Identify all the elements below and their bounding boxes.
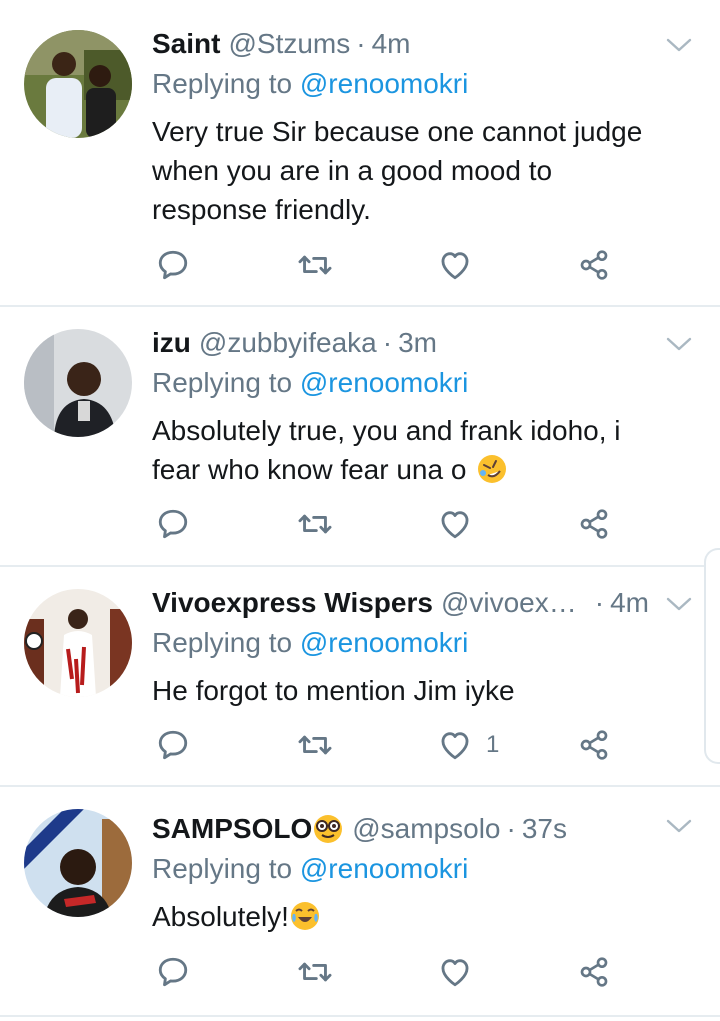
tweet-text-line: Absolutely! [152, 901, 289, 932]
nerd-face-emoji-icon [314, 815, 343, 843]
tweet-text-line: Absolutely true, you and frank idoho, i [152, 415, 621, 446]
rolling-laughing-emoji-icon [478, 455, 507, 483]
tweet-text: He forgot to mention Jim iyke [152, 671, 692, 710]
tweet-text-line: He forgot to mention Jim iyke [152, 675, 515, 706]
retweet-button[interactable] [298, 245, 332, 285]
replying-to: Replying to @renoomokri [152, 853, 468, 885]
heart-icon [438, 248, 472, 282]
avatar[interactable] [24, 329, 132, 437]
avatar[interactable] [24, 809, 132, 917]
timestamp[interactable]: 3m [398, 327, 437, 359]
timestamp[interactable]: 4m [372, 28, 411, 60]
chevron-down-icon[interactable] [666, 595, 692, 613]
tweet-text: Absolutely! [152, 897, 692, 936]
tweet-actions [152, 504, 632, 544]
reply-button[interactable] [156, 725, 190, 765]
reply-button[interactable] [156, 952, 190, 992]
tweet-actions [152, 952, 632, 992]
retweet-icon [298, 249, 332, 281]
tweet-text-line: when you are in a good mood to [152, 155, 553, 186]
retweet-button[interactable] [298, 952, 332, 992]
retweet-icon [298, 729, 332, 761]
display-name[interactable]: izu [152, 327, 191, 359]
like-count: 1 [486, 731, 500, 758]
tweet-text-line: Very true Sir because one cannot judge [152, 116, 643, 147]
tweet-text: Absolutely true, you and frank idoho, i … [152, 411, 692, 489]
share-button[interactable] [578, 245, 610, 285]
timestamp[interactable]: 4m [610, 587, 649, 619]
user-handle[interactable]: @sampsolo [352, 813, 500, 845]
reply-icon [156, 955, 190, 989]
share-button[interactable] [578, 952, 610, 992]
tweet-text-line-with-emoji: Absolutely! [152, 897, 692, 936]
share-icon [578, 508, 610, 540]
tweet-actions: 1 [152, 725, 632, 765]
user-handle[interactable]: @zubbyifeaka [199, 327, 377, 359]
scroll-handle[interactable] [704, 548, 720, 764]
replying-to: Replying to @renoomokri [152, 367, 468, 399]
tweet-text-line: response friendly. [152, 194, 371, 225]
user-handle[interactable]: @Stzums [228, 28, 350, 60]
replying-to-label: Replying to [152, 853, 293, 884]
mention-link[interactable]: @renoomokri [300, 68, 468, 99]
user-handle[interactable]: @vivoex… [441, 587, 577, 619]
heart-icon [438, 955, 472, 989]
like-button[interactable] [438, 504, 486, 544]
display-name[interactable]: Vivoexpress Wispers [152, 587, 433, 619]
reply-icon [156, 507, 190, 541]
retweet-icon [298, 956, 332, 988]
heart-icon [438, 728, 472, 762]
replying-to-label: Replying to [152, 68, 293, 99]
tweet-text-line: fear who know fear una o [152, 454, 467, 485]
tears-of-joy-emoji-icon [290, 902, 319, 930]
chevron-down-icon[interactable] [666, 36, 692, 54]
reply-icon [156, 248, 190, 282]
tweet-header: izu @zubbyifeaka · 3m [152, 323, 437, 363]
divider [0, 1015, 720, 1017]
timestamp[interactable]: 37s [522, 813, 567, 845]
tweet-card[interactable]: Saint @Stzums · 4m Replying to @renoomok… [0, 0, 720, 305]
tweet-card[interactable]: izu @zubbyifeaka · 3m Replying to @renoo… [0, 307, 720, 565]
tweet-card[interactable]: SAMPSOLO @sampsolo · 37s Replying to @re… [0, 787, 720, 1015]
tweet-header: Vivoexpress Wispers @vivoex… · 4m [152, 583, 649, 623]
chevron-down-icon[interactable] [666, 335, 692, 353]
avatar[interactable] [24, 589, 132, 697]
replying-to-label: Replying to [152, 367, 293, 398]
tweet-text: Very true Sir because one cannot judge w… [152, 112, 692, 229]
share-icon [578, 729, 610, 761]
separator: · [506, 813, 516, 844]
retweet-icon [298, 508, 332, 540]
chevron-down-icon[interactable] [666, 817, 692, 835]
replying-to: Replying to @renoomokri [152, 627, 468, 659]
reply-icon [156, 728, 190, 762]
separator: · [382, 327, 393, 358]
replying-to: Replying to @renoomokri [152, 68, 468, 100]
tweet-header: Saint @Stzums · 4m [152, 24, 410, 64]
like-button[interactable]: 1 [438, 725, 499, 765]
share-button[interactable] [578, 504, 610, 544]
tweet-text-line-with-emoji: fear who know fear una o [152, 450, 692, 489]
display-name[interactable]: SAMPSOLO [152, 813, 312, 845]
like-button[interactable] [438, 245, 486, 285]
reply-button[interactable] [156, 504, 190, 544]
retweet-button[interactable] [298, 725, 332, 765]
share-button[interactable] [578, 725, 610, 765]
tweet-card[interactable]: Vivoexpress Wispers @vivoex… · 4m Replyi… [0, 567, 720, 785]
like-button[interactable] [438, 952, 486, 992]
display-name[interactable]: Saint [152, 28, 220, 60]
share-icon [578, 956, 610, 988]
mention-link[interactable]: @renoomokri [300, 853, 468, 884]
avatar[interactable] [24, 30, 132, 138]
share-icon [578, 249, 610, 281]
tweet-actions [152, 245, 632, 285]
heart-icon [438, 507, 472, 541]
reply-button[interactable] [156, 245, 190, 285]
replying-to-label: Replying to [152, 627, 293, 658]
separator: · [356, 28, 366, 59]
retweet-button[interactable] [298, 504, 332, 544]
tweet-header: SAMPSOLO @sampsolo · 37s [152, 809, 567, 849]
mention-link[interactable]: @renoomokri [300, 627, 468, 658]
mention-link[interactable]: @renoomokri [300, 367, 468, 398]
separator: · [594, 587, 605, 618]
